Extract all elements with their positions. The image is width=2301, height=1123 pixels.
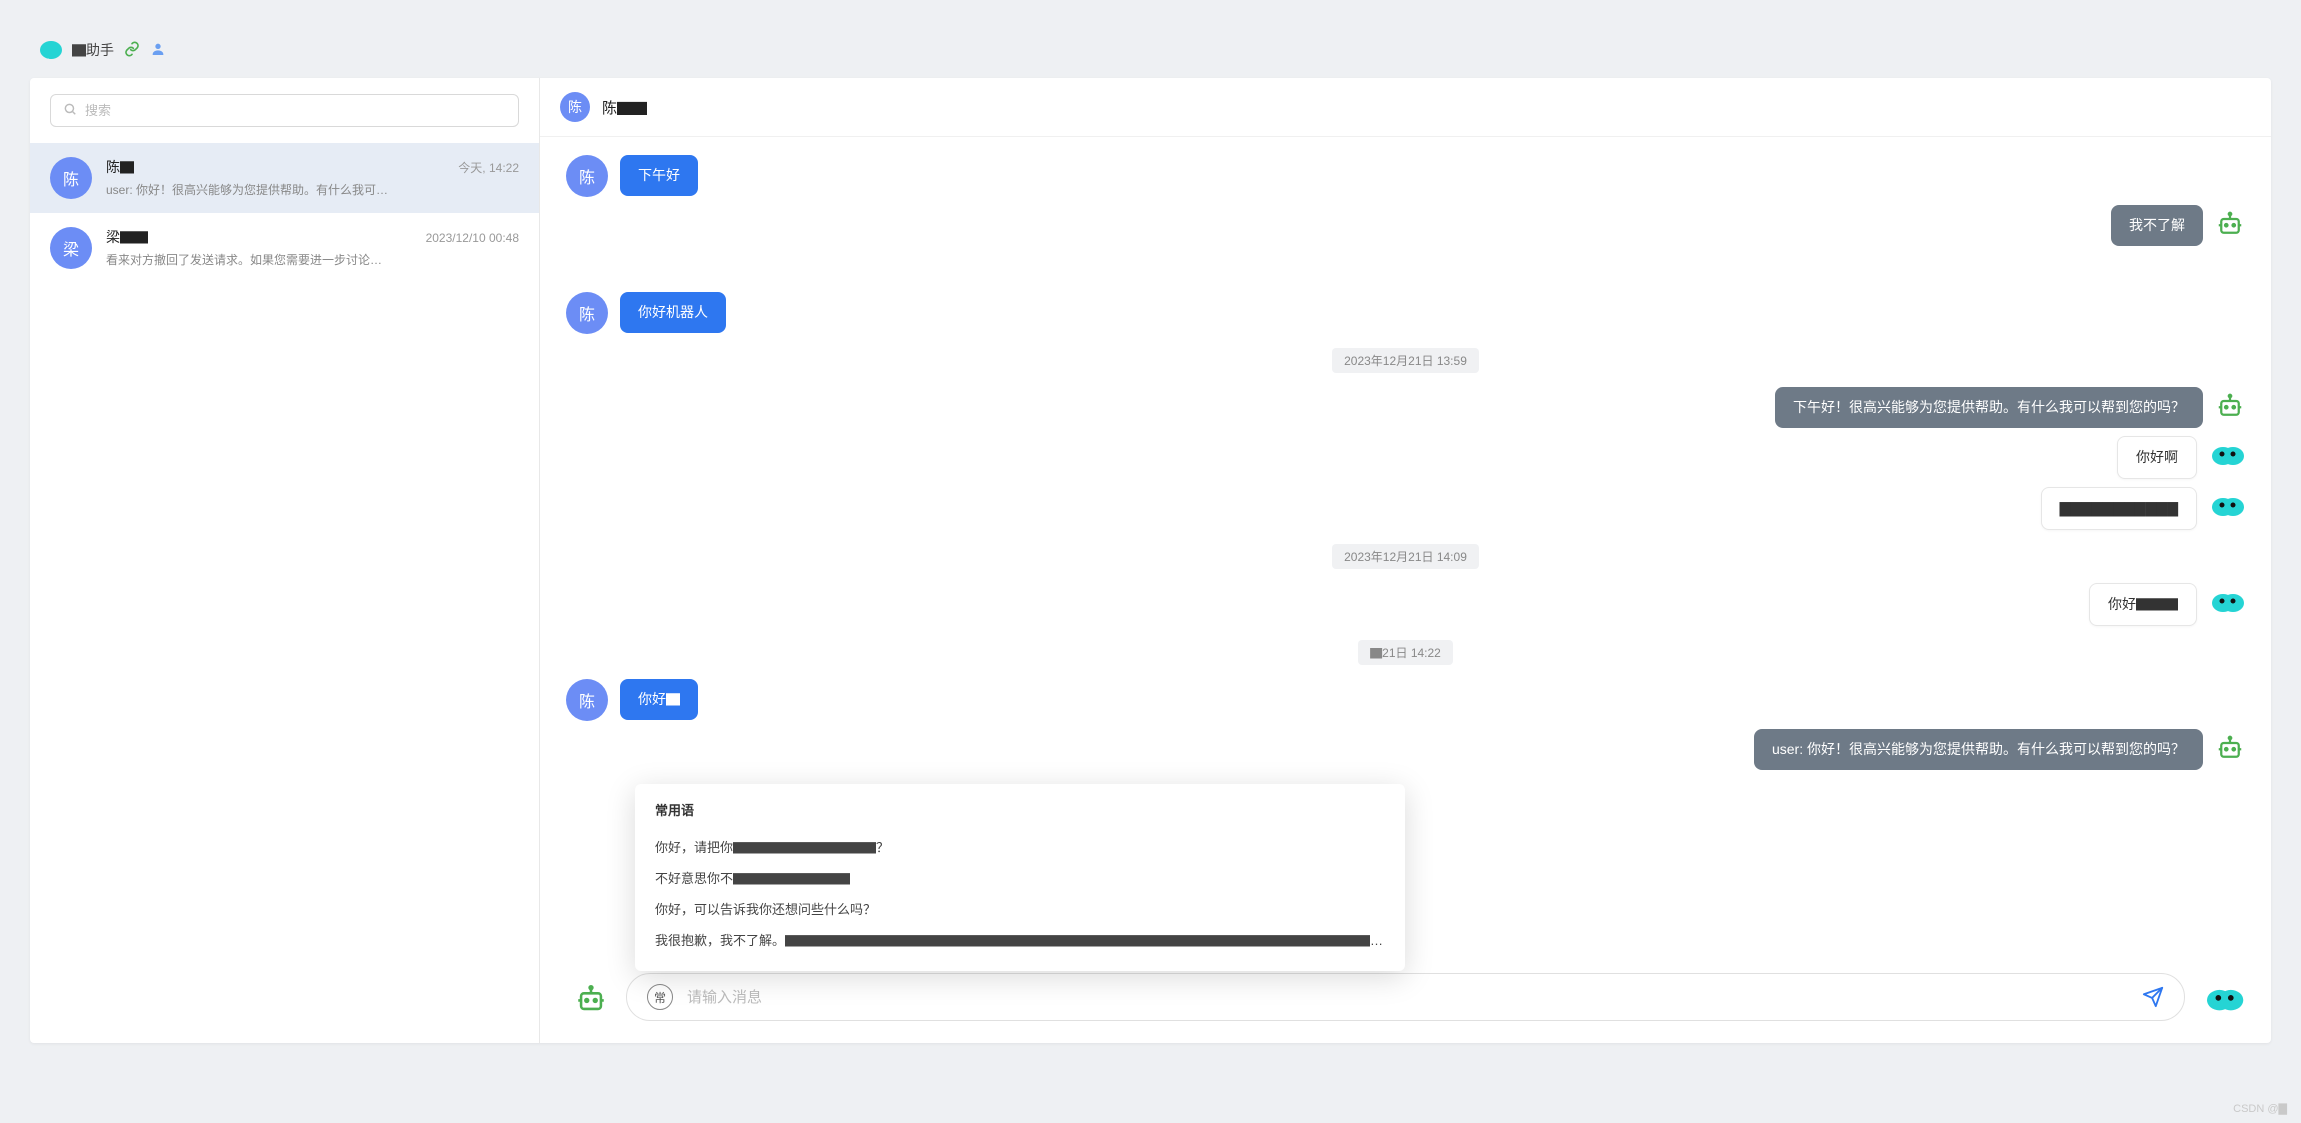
app-logo-icon	[40, 41, 62, 59]
bot-icon	[2209, 491, 2245, 521]
conversation-list: 陈 陈▇ 今天, 14:22 user: 你好！很高兴能够为您提供帮助。有什么我…	[30, 143, 539, 1043]
message-row: 陈 下午好	[566, 155, 2245, 197]
message-bubble: ▇▇▇▇▇▇▇▇▇▇▇	[2041, 487, 2197, 530]
message-bubble: 下午好！很高兴能够为您提供帮助。有什么我可以帮到您的吗？	[1775, 387, 2203, 428]
message-bubble: 你好▇	[620, 679, 698, 720]
phrase-item[interactable]: 你好，请把你▇▇▇▇▇▇▇▇▇▇▇？	[655, 831, 1385, 862]
phrases-trigger-icon[interactable]: 常	[647, 984, 673, 1010]
message-row: 陈 你好▇	[566, 679, 2245, 721]
bot-icon	[2209, 440, 2245, 470]
phrases-title: 常用语	[655, 800, 1385, 819]
conversation-name: 梁▇▇	[106, 227, 148, 247]
message-bubble: 你好▇▇▇	[2089, 583, 2197, 626]
message-row: ▇▇▇▇▇▇▇▇▇▇▇	[566, 487, 2245, 530]
conversation-time: 2023/12/10 00:48	[426, 231, 519, 245]
phrase-item[interactable]: 不好意思你不▇▇▇▇▇▇▇▇▇	[655, 862, 1385, 893]
time-divider: ▇21日 14:22	[566, 640, 2245, 665]
message-bubble: 你好啊	[2117, 436, 2197, 479]
avatar: 梁	[50, 227, 92, 269]
conversation-item[interactable]: 陈 陈▇ 今天, 14:22 user: 你好！很高兴能够为您提供帮助。有什么我…	[30, 143, 539, 213]
conversation-item[interactable]: 梁 梁▇▇ 2023/12/10 00:48 看来对方撤回了发送请求。如果您需要…	[30, 213, 539, 283]
chat-header-title: 陈▇▇	[602, 97, 647, 118]
person-icon[interactable]	[150, 41, 166, 60]
phrase-item[interactable]: 我很抱歉，我不了解。▇▇▇▇▇▇▇▇▇▇▇▇▇▇▇▇▇▇▇▇▇▇▇▇▇▇▇▇▇▇…	[655, 924, 1385, 955]
message-bubble: 我不了解	[2111, 205, 2203, 246]
message-input[interactable]	[687, 989, 2128, 1006]
search-icon	[63, 102, 77, 119]
time-chip: 2023年12月21日 14:09	[1332, 544, 1479, 569]
search-input[interactable]	[85, 103, 506, 118]
message-row: 陈 你好机器人	[566, 292, 2245, 334]
bot-icon	[2203, 982, 2245, 1016]
robot-icon[interactable]	[574, 982, 608, 1016]
avatar: 陈	[566, 292, 608, 334]
avatar: 陈	[50, 157, 92, 199]
bot-icon	[2209, 587, 2245, 617]
message-bubble: 下午好	[620, 155, 698, 196]
avatar: 陈	[566, 679, 608, 721]
phrases-popup: 常用语 你好，请把你▇▇▇▇▇▇▇▇▇▇▇？ 不好意思你不▇▇▇▇▇▇▇▇▇ 你…	[635, 784, 1405, 971]
avatar: 陈	[566, 155, 608, 197]
app-title: ▇助手	[72, 40, 114, 60]
robot-icon	[2215, 209, 2245, 239]
avatar: 陈	[560, 92, 590, 122]
composer: 常	[540, 961, 2271, 1043]
conversation-preview: user: 你好！很高兴能够为您提供帮助。有什么我可…	[106, 181, 519, 198]
composer-box: 常	[626, 973, 2185, 1021]
conversation-preview: 看来对方撤回了发送请求。如果您需要进一步讨论…	[106, 251, 519, 268]
send-button[interactable]	[2142, 986, 2164, 1008]
link-icon[interactable]	[124, 41, 140, 60]
robot-icon	[2215, 391, 2245, 421]
message-row: user: 你好！很高兴能够为您提供帮助。有什么我可以帮到您的吗？	[566, 729, 2245, 770]
chat-main: 陈 陈▇▇ 陈 下午好 我不了解	[540, 78, 2271, 1043]
search-input-wrap[interactable]	[50, 94, 519, 127]
message-bubble: 你好机器人	[620, 292, 726, 333]
time-divider: 2023年12月21日 13:59	[566, 348, 2245, 373]
message-row: 你好啊	[566, 436, 2245, 479]
message-row: 你好▇▇▇	[566, 583, 2245, 626]
watermark: CSDN @▇	[2233, 1102, 2287, 1115]
robot-icon	[2215, 733, 2245, 763]
time-chip: 2023年12月21日 13:59	[1332, 348, 1479, 373]
time-chip: ▇21日 14:22	[1358, 640, 1453, 665]
phrase-item[interactable]: 你好，可以告诉我你还想问些什么吗？	[655, 893, 1385, 924]
main-panel: 陈 陈▇ 今天, 14:22 user: 你好！很高兴能够为您提供帮助。有什么我…	[30, 78, 2271, 1043]
conversation-name: 陈▇	[106, 157, 134, 177]
chat-header: 陈 陈▇▇	[540, 78, 2271, 137]
sidebar: 陈 陈▇ 今天, 14:22 user: 你好！很高兴能够为您提供帮助。有什么我…	[30, 78, 540, 1043]
conversation-time: 今天, 14:22	[458, 159, 519, 176]
message-bubble: user: 你好！很高兴能够为您提供帮助。有什么我可以帮到您的吗？	[1754, 729, 2203, 770]
time-divider: 2023年12月21日 14:09	[566, 544, 2245, 569]
app-header: ▇助手	[30, 30, 2271, 78]
message-row: 下午好！很高兴能够为您提供帮助。有什么我可以帮到您的吗？	[566, 387, 2245, 428]
message-row: 我不了解	[566, 205, 2245, 246]
